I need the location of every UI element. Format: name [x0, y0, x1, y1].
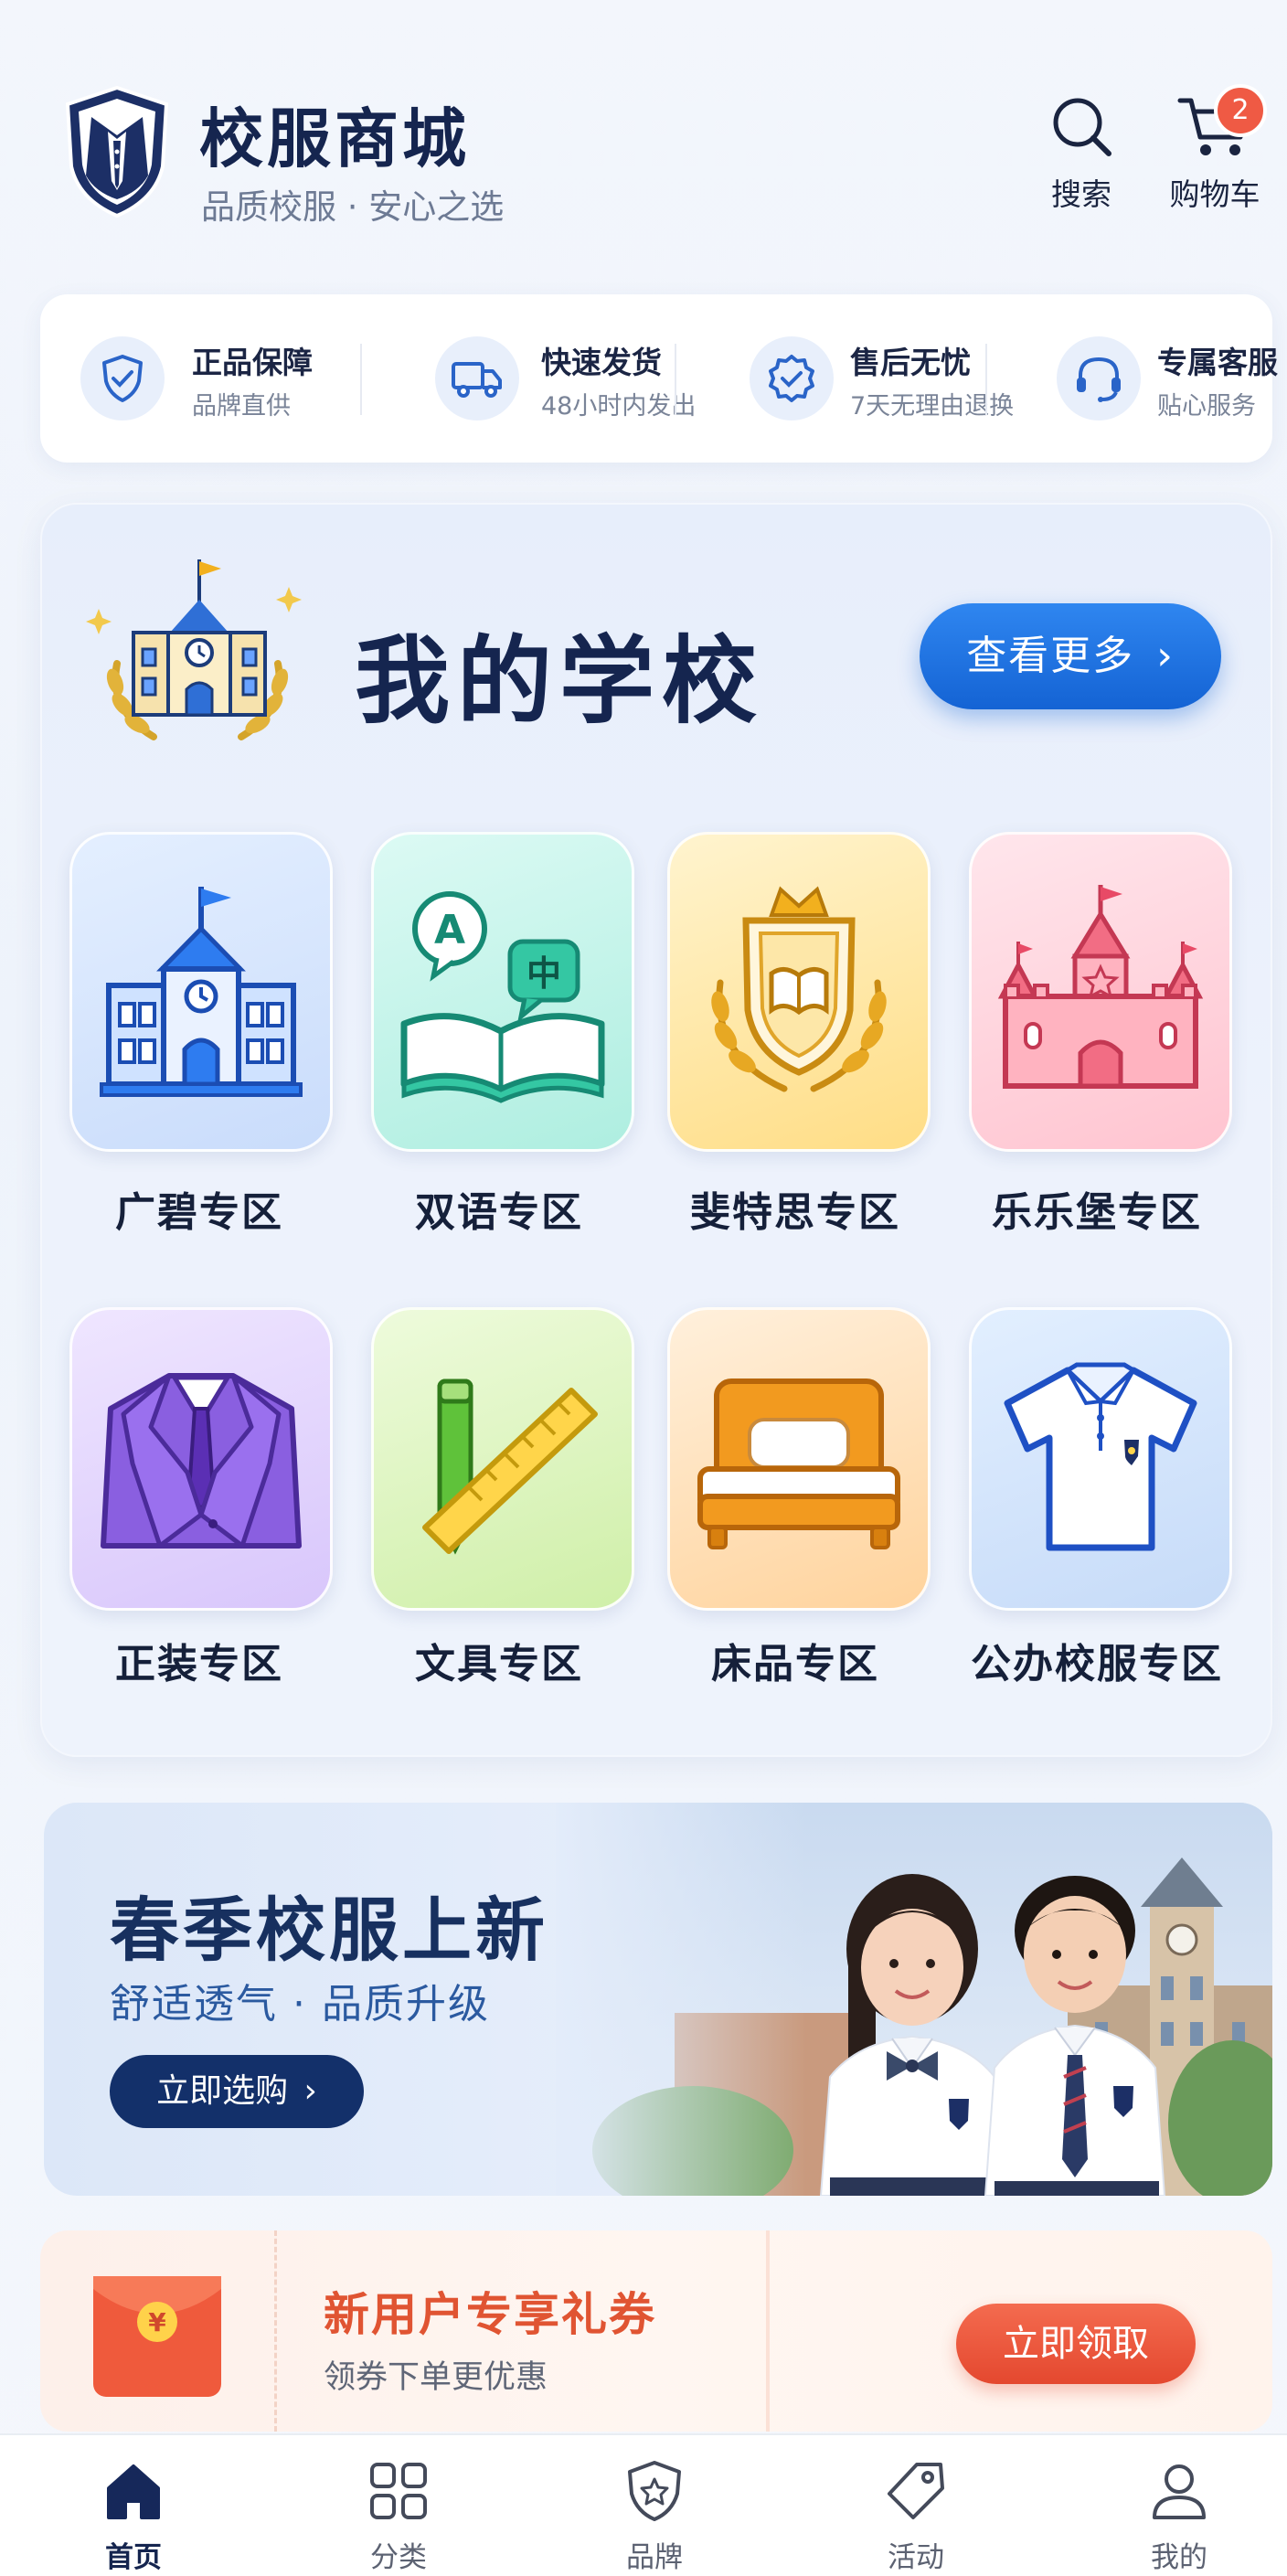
app-subtitle: 品质校服 · 安心之选	[201, 187, 505, 227]
guarantee-title: 正品保障	[192, 345, 313, 380]
shield-check-icon	[80, 336, 165, 420]
banner-title: 春季校服上新	[110, 1889, 548, 1971]
home-icon	[107, 2464, 160, 2519]
tab-home[interactable]: 首页	[42, 2459, 225, 2575]
zone-tile-public-uniform[interactable]	[969, 1307, 1232, 1611]
tab-category[interactable]: 分类	[307, 2459, 490, 2575]
claim-coupon-button[interactable]: 立即领取	[956, 2304, 1196, 2384]
cart-label: 购物车	[1169, 176, 1260, 212]
shop-now-label: 立即选购	[156, 2072, 289, 2110]
badge-check-icon	[750, 336, 834, 420]
truck-icon	[435, 336, 519, 420]
coupon-divider	[766, 2230, 770, 2432]
crest-book-icon	[711, 886, 887, 1092]
tab-profile[interactable]: 我的	[1088, 2459, 1271, 2575]
grid-icon	[370, 2463, 427, 2519]
zone-tile-stationery[interactable]	[371, 1307, 634, 1611]
tag-icon	[888, 2463, 944, 2519]
zone-label: 斐特思专区	[690, 1189, 900, 1236]
coupon-title: 新用户专享礼券	[324, 2288, 656, 2341]
search-label: 搜索	[1051, 176, 1112, 212]
school-building-icon	[100, 887, 303, 1097]
tab-label: 分类	[370, 2541, 427, 2574]
guarantee-customer-service: 专属客服 贴心服务	[973, 294, 1281, 463]
app-title: 校服商城	[199, 101, 470, 176]
guarantee-title: 快速发货	[541, 345, 662, 380]
coupon-subtitle: 领券下单更优惠	[324, 2359, 548, 2396]
search-icon	[1053, 98, 1112, 156]
zone-tile-lelebao[interactable]	[969, 832, 1232, 1152]
view-more-button[interactable]: 查看更多 ›	[920, 603, 1221, 709]
zone-label: 广碧专区	[115, 1189, 283, 1236]
tab-label: 品牌	[626, 2541, 683, 2574]
zone-tile-guangbi[interactable]	[69, 832, 333, 1152]
guarantee-subtitle: 品牌直供	[192, 392, 291, 420]
tab-brand[interactable]: 品牌	[563, 2459, 746, 2575]
school-emblem-icon	[80, 554, 314, 755]
zone-label: 乐乐堡专区	[992, 1189, 1202, 1236]
tab-label: 活动	[888, 2541, 944, 2574]
polo-shirt-icon	[1004, 1362, 1197, 1551]
cart-button[interactable]: 2 购物车	[1146, 84, 1283, 238]
zone-label: 公办校服专区	[971, 1641, 1223, 1687]
banner-subtitle: 舒适透气 · 品质升级	[110, 1981, 490, 2028]
bed-icon	[697, 1378, 900, 1549]
bilingual-book-icon: A 中	[400, 891, 605, 1103]
castle-icon	[997, 885, 1204, 1089]
guarantee-subtitle: 贴心服务	[1157, 392, 1256, 420]
students-photo-illustration	[556, 1803, 1272, 2196]
zone-tile-formal[interactable]	[69, 1307, 333, 1611]
view-more-label: 查看更多	[966, 633, 1135, 679]
suit-icon	[101, 1373, 302, 1549]
zone-label: 正装专区	[115, 1641, 283, 1687]
shop-now-button[interactable]: 立即选购 ›	[110, 2055, 364, 2128]
zone-label: 文具专区	[415, 1641, 583, 1687]
guarantee-fast-shipping: 快速发货 48小时内发出	[351, 294, 696, 463]
bubble-char-zh: 中	[526, 953, 561, 994]
zone-tile-bilingual[interactable]: A 中	[371, 832, 634, 1152]
guarantee-title: 售后无忧	[850, 345, 971, 380]
chevron-right-icon: ›	[303, 2072, 317, 2110]
zone-tile-bedding[interactable]	[667, 1307, 931, 1611]
tab-label: 我的	[1151, 2541, 1207, 2574]
red-envelope-icon: ¥	[91, 2273, 223, 2400]
cart-count-badge: 2	[1214, 84, 1267, 137]
zone-tile-feitesi[interactable]	[667, 832, 931, 1152]
headset-icon	[1057, 336, 1141, 420]
zone-label: 床品专区	[711, 1641, 879, 1687]
chevron-right-icon: ›	[1156, 633, 1175, 679]
zone-label: 双语专区	[415, 1189, 583, 1236]
bubble-letter-a: A	[434, 907, 465, 953]
my-school-title: 我的学校	[355, 625, 765, 737]
guarantee-after-sales: 售后无忧 7天无理由退换	[667, 294, 1014, 463]
brand-shield-icon	[628, 2461, 681, 2521]
tab-activities[interactable]: 活动	[824, 2459, 1007, 2575]
tab-label: 首页	[105, 2541, 162, 2574]
pencil-ruler-icon	[422, 1378, 598, 1555]
guarantee-title: 专属客服	[1157, 345, 1278, 380]
guarantee-authentic: 正品保障 品牌直供	[40, 294, 348, 463]
envelope-symbol: ¥	[148, 2307, 166, 2337]
user-icon	[1153, 2464, 1206, 2519]
school-shield-logo	[60, 84, 174, 219]
coupon-divider	[274, 2230, 314, 2432]
service-guarantee-bar: 正品保障 品牌直供 快速发货 48小时内发出 售后无忧 7天无理由退换 专属客服…	[40, 294, 1278, 463]
search-button[interactable]: 搜索	[1013, 91, 1150, 238]
